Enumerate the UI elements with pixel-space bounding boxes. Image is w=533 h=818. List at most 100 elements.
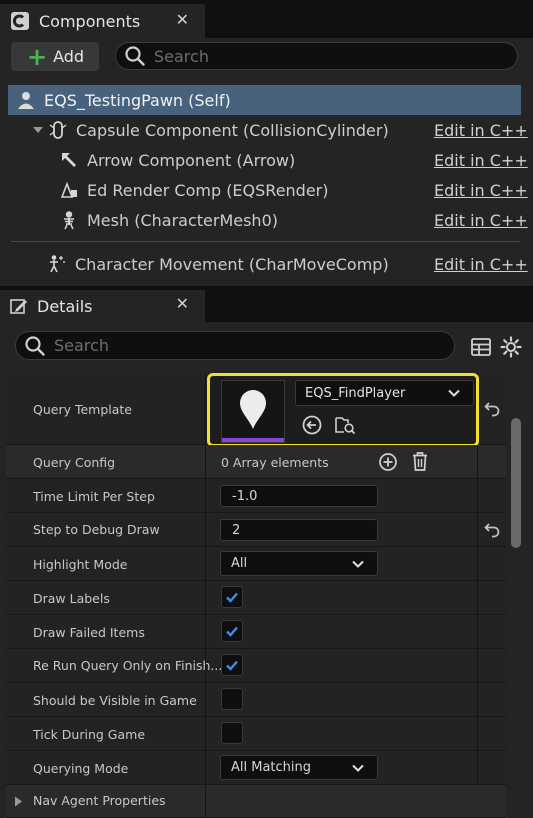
reset-to-default-icon[interactable] bbox=[483, 521, 501, 539]
prop-label: Should be Visible in Game bbox=[33, 693, 197, 708]
checkmark-icon bbox=[226, 592, 238, 603]
asset-type-bar bbox=[222, 438, 284, 442]
edit-in-cpp-link[interactable]: Edit in C++ bbox=[434, 151, 528, 170]
column-separator bbox=[477, 717, 478, 750]
details-close-icon[interactable]: ✕ bbox=[176, 294, 189, 313]
step-debug-field[interactable]: 2 bbox=[220, 519, 378, 541]
query-template-combo[interactable]: EQS_FindPlayer bbox=[295, 380, 474, 406]
add-component-button[interactable]: + Add bbox=[11, 42, 99, 71]
movement-icon bbox=[50, 255, 65, 273]
checkmark-icon bbox=[226, 626, 238, 637]
capsule-icon bbox=[49, 121, 67, 139]
column-separator bbox=[205, 649, 206, 682]
tree-row-capsule[interactable]: Capsule Component (CollisionCylinder) Ed… bbox=[0, 115, 533, 145]
query-template-value: EQS_FindPlayer bbox=[305, 385, 406, 401]
prop-rerun-query: Re Run Query Only on Finish... bbox=[6, 649, 506, 683]
column-separator bbox=[477, 683, 478, 716]
prop-label: Tick During Game bbox=[33, 727, 146, 742]
prop-nav-agent[interactable]: Nav Agent Properties bbox=[6, 785, 506, 818]
prop-tick-during-game: Tick During Game bbox=[6, 717, 506, 751]
highlight-mode-dropdown[interactable]: All bbox=[220, 551, 378, 576]
column-separator bbox=[477, 615, 478, 648]
highlight-mode-value: All bbox=[231, 556, 248, 571]
tree-row-render[interactable]: Ed Render Comp (EQSRender) Edit in C++ bbox=[0, 175, 533, 205]
chevron-right-icon[interactable] bbox=[14, 796, 23, 807]
chevron-down-icon bbox=[352, 764, 364, 772]
use-selected-icon[interactable] bbox=[301, 414, 323, 436]
components-search[interactable] bbox=[115, 42, 518, 70]
reset-to-default-icon[interactable] bbox=[483, 400, 501, 418]
chevron-down-icon bbox=[352, 560, 364, 568]
prop-highlight-mode: Highlight Mode All bbox=[6, 547, 506, 581]
chevron-down-icon[interactable] bbox=[32, 124, 44, 136]
search-icon bbox=[25, 335, 45, 356]
tree-row-movement[interactable]: Character Movement (CharMoveComp) Edit i… bbox=[0, 249, 533, 279]
edit-in-cpp-link[interactable]: Edit in C++ bbox=[434, 181, 528, 200]
asset-thumbnail[interactable] bbox=[221, 380, 285, 443]
column-separator bbox=[205, 513, 206, 546]
browse-asset-icon[interactable] bbox=[334, 414, 356, 436]
table-view-icon[interactable] bbox=[470, 336, 492, 358]
chevron-down-icon bbox=[448, 389, 460, 397]
querying-mode-value: All Matching bbox=[231, 760, 312, 775]
add-element-icon[interactable] bbox=[378, 452, 398, 472]
details-panel: Query Template EQS_FindPlayer bbox=[0, 322, 533, 818]
details-tab[interactable]: Details ✕ bbox=[0, 290, 205, 322]
trash-icon[interactable] bbox=[410, 451, 430, 472]
map-pin-icon bbox=[240, 390, 266, 429]
checkmark-icon bbox=[226, 660, 238, 671]
column-separator bbox=[205, 785, 206, 817]
prop-label: Nav Agent Properties bbox=[33, 793, 166, 808]
tree-divider bbox=[11, 241, 520, 242]
column-separator bbox=[205, 751, 206, 784]
details-search[interactable] bbox=[15, 331, 455, 360]
property-grid: Query Template EQS_FindPlayer Query Conf… bbox=[6, 373, 506, 818]
prop-time-limit: Time Limit Per Step -1.0 bbox=[6, 479, 506, 513]
draw-failed-checkbox[interactable] bbox=[221, 620, 243, 642]
tree-label: Ed Render Comp (EQSRender) bbox=[87, 180, 329, 200]
prop-label: Draw Labels bbox=[33, 591, 110, 606]
tree-row-mesh[interactable]: Mesh (CharacterMesh0) Edit in C++ bbox=[0, 205, 533, 235]
tree-root-row[interactable]: EQS_TestingPawn (Self) bbox=[8, 85, 521, 115]
tree-row-arrow[interactable]: Arrow Component (Arrow) Edit in C++ bbox=[0, 145, 533, 175]
prop-label: Query Config bbox=[33, 455, 116, 470]
prop-draw-labels: Draw Labels bbox=[6, 581, 506, 615]
components-close-icon[interactable]: ✕ bbox=[176, 10, 189, 29]
column-separator bbox=[477, 751, 478, 784]
edit-in-cpp-link[interactable]: Edit in C++ bbox=[434, 211, 528, 230]
prop-draw-failed: Draw Failed Items bbox=[6, 615, 506, 649]
visible-in-game-checkbox[interactable] bbox=[221, 688, 243, 710]
prop-label: Re Run Query Only on Finish... bbox=[33, 658, 223, 673]
querying-mode-dropdown[interactable]: All Matching bbox=[220, 755, 378, 780]
tree-label: Character Movement (CharMoveComp) bbox=[75, 254, 389, 274]
tick-during-game-checkbox[interactable] bbox=[221, 722, 243, 744]
components-title: Components bbox=[39, 11, 141, 31]
components-tab-bar: Components ✕ bbox=[0, 0, 533, 38]
edit-in-cpp-link[interactable]: Edit in C++ bbox=[434, 121, 528, 140]
tree-label: Capsule Component (CollisionCylinder) bbox=[76, 120, 389, 140]
rerun-query-checkbox[interactable] bbox=[221, 654, 243, 676]
time-limit-field[interactable]: -1.0 bbox=[220, 485, 378, 507]
add-label: Add bbox=[53, 47, 85, 66]
column-separator bbox=[205, 547, 206, 580]
details-search-input[interactable] bbox=[54, 336, 354, 355]
prop-label: Step to Debug Draw bbox=[33, 522, 160, 537]
pawn-icon bbox=[18, 92, 34, 109]
prop-visible-in-game: Should be Visible in Game bbox=[6, 683, 506, 717]
column-separator bbox=[205, 581, 206, 614]
details-scrollbar[interactable] bbox=[511, 418, 521, 548]
prop-label: Highlight Mode bbox=[33, 557, 128, 572]
edit-in-cpp-link[interactable]: Edit in C++ bbox=[434, 255, 528, 274]
column-separator bbox=[205, 717, 206, 750]
query-template-asset-picker[interactable]: EQS_FindPlayer bbox=[207, 373, 479, 447]
column-separator bbox=[477, 445, 478, 478]
details-tab-bar: Details ✕ bbox=[0, 286, 533, 322]
draw-labels-checkbox[interactable] bbox=[221, 586, 243, 608]
column-separator bbox=[477, 649, 478, 682]
gear-icon[interactable] bbox=[500, 336, 522, 358]
column-separator bbox=[205, 373, 206, 444]
prop-query-template: Query Template EQS_FindPlayer bbox=[6, 373, 506, 447]
tree-label: Mesh (CharacterMesh0) bbox=[87, 210, 278, 230]
components-search-input[interactable] bbox=[154, 46, 454, 66]
components-tab[interactable]: Components ✕ bbox=[0, 4, 205, 38]
